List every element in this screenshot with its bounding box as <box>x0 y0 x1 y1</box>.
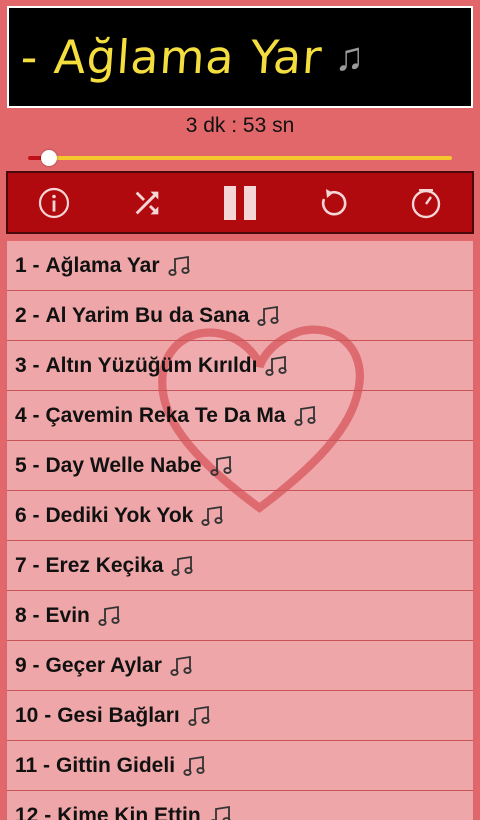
song-title: Kime Kin Ettin <box>57 803 201 820</box>
now-playing-title-box: - Ağlama Yar ♫ <box>7 6 473 108</box>
song-title: Altın Yüzüğüm Kırıldı <box>45 353 258 377</box>
shuffle-icon <box>135 191 159 214</box>
song-title: Day Welle Nabe <box>45 453 202 477</box>
now-playing-title: - Ağlama Yar <box>19 30 325 84</box>
song-title: Evin <box>45 603 90 627</box>
song-title: Geçer Aylar <box>45 653 162 677</box>
song-number: 5 - <box>15 453 40 477</box>
music-note-icon <box>257 305 279 326</box>
song-title: Gittin Gideli <box>56 753 176 777</box>
music-note-icon <box>209 805 231 820</box>
seek-thumb[interactable] <box>41 150 58 166</box>
song-list-item[interactable]: 10 - Gesi Bağları <box>7 691 473 741</box>
pause-button[interactable] <box>214 177 266 229</box>
track-duration: 3 dk : 53 sn <box>185 114 295 137</box>
sleep-timer-button[interactable] <box>400 177 452 229</box>
song-number: 8 - <box>15 603 40 627</box>
song-title: Ağlama Yar <box>45 253 160 277</box>
song-list-item[interactable]: 11 - Gittin Gideli <box>7 741 473 791</box>
song-title: Al Yarim Bu da Sana <box>45 303 250 327</box>
song-number: 12 - <box>15 803 52 820</box>
music-note-icon: ♫ <box>334 34 365 79</box>
song-title: Erez Keçika <box>45 553 164 577</box>
song-list-item[interactable]: 6 - Dediki Yok Yok <box>7 491 473 541</box>
pause-icon <box>223 185 256 220</box>
music-note-icon <box>167 255 190 276</box>
song-list-item[interactable]: 4 - Çavemin Reka Te Da Ma <box>7 391 473 441</box>
song-list-item[interactable]: 1 - Ağlama Yar <box>7 241 473 291</box>
song-number: 10 - <box>15 703 52 727</box>
music-note-icon <box>98 605 120 626</box>
timer-icon <box>411 188 440 218</box>
song-title: Çavemin Reka Te Da Ma <box>45 403 286 427</box>
song-list-item[interactable]: 2 - Al Yarim Bu da Sana <box>7 291 473 341</box>
music-note-icon <box>209 455 232 476</box>
music-note-icon <box>201 505 223 526</box>
repeat-icon <box>321 188 347 216</box>
music-note-icon <box>170 655 192 676</box>
music-note-icon <box>183 755 205 776</box>
music-note-icon <box>293 405 316 426</box>
song-title: Gesi Bağları <box>57 703 180 727</box>
song-number: 6 - <box>15 503 40 527</box>
song-number: 3 - <box>15 353 40 377</box>
song-list-item[interactable]: 8 - Evin <box>7 591 473 641</box>
song-list-item[interactable]: 9 - Geçer Aylar <box>7 641 473 691</box>
info-icon <box>39 187 70 218</box>
music-note-icon <box>171 555 194 576</box>
song-list-item[interactable]: 7 - Erez Keçika <box>7 541 473 591</box>
song-title: Dediki Yok Yok <box>45 503 194 527</box>
song-list-item[interactable]: 12 - Kime Kin Ettin <box>7 791 473 820</box>
song-number: 11 - <box>15 753 51 777</box>
song-number: 1 - <box>15 253 40 277</box>
player-controls <box>6 171 474 234</box>
seek-bar[interactable] <box>28 150 452 166</box>
shuffle-button[interactable] <box>121 177 173 229</box>
song-number: 7 - <box>15 553 40 577</box>
song-list-item[interactable]: 5 - Day Welle Nabe <box>7 441 473 491</box>
song-number: 9 - <box>15 653 40 677</box>
song-list-item[interactable]: 3 - Altın Yüzüğüm Kırıldı <box>7 341 473 391</box>
music-note-icon <box>188 705 210 726</box>
song-number: 2 - <box>15 303 40 327</box>
song-number: 4 - <box>15 403 40 427</box>
info-button[interactable] <box>28 177 80 229</box>
repeat-button[interactable] <box>307 177 359 229</box>
seek-track <box>28 156 452 160</box>
song-list[interactable]: 1 - Ağlama Yar 2 - Al Yarim Bu da Sana 3 - Al… <box>6 241 474 820</box>
music-note-icon <box>265 355 288 376</box>
